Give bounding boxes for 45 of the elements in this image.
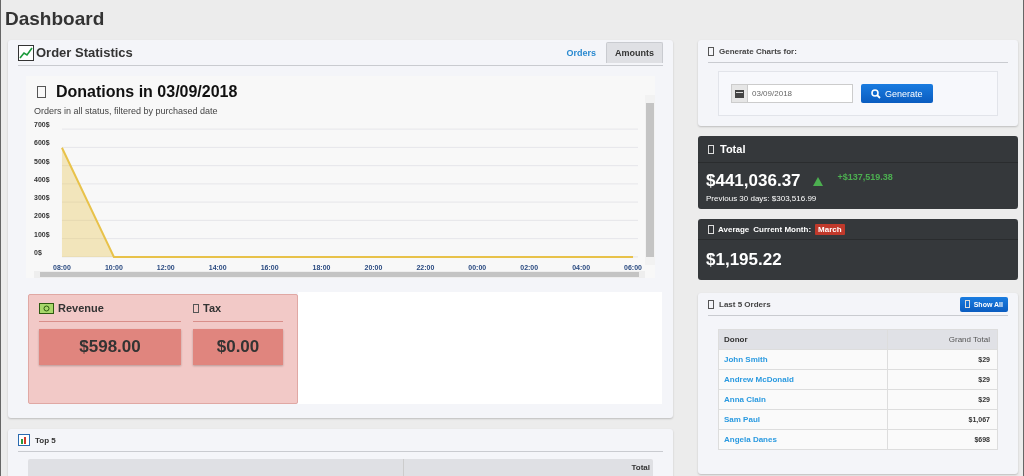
- square-icon: [708, 46, 714, 56]
- card-title: Last 5 Orders: [719, 299, 771, 309]
- horizontal-scrollbar[interactable]: [34, 271, 645, 278]
- line-chart-icon: [18, 44, 34, 61]
- square-icon: [37, 86, 46, 98]
- page-title: Dashboard: [4, 7, 106, 30]
- change-amount: +$137,519.38: [837, 172, 893, 182]
- square-icon: [708, 299, 714, 309]
- chart-subtitle: Orders in all status, filtered by purchased date: [34, 106, 219, 116]
- card-title: Top 5: [35, 435, 56, 445]
- average-amount: $1,195.22: [706, 250, 782, 269]
- month-badge: March: [815, 223, 845, 235]
- column-header: Total: [630, 462, 651, 474]
- calendar-icon: [731, 84, 748, 103]
- chart-tab[interactable]: Amounts: [606, 42, 663, 63]
- stat-value: $0.00: [193, 329, 283, 365]
- square-icon: [708, 224, 714, 234]
- generate-button[interactable]: Generate: [861, 84, 933, 103]
- previous-period: Previous 30 days: $303,516.99: [706, 194, 818, 203]
- column-header: Grand Total: [887, 329, 998, 350]
- chart-tab[interactable]: Orders: [558, 42, 604, 63]
- stat-label: Tax: [203, 302, 222, 314]
- up-arrow-icon: [812, 176, 823, 186]
- money-icon: [39, 302, 54, 314]
- stat-label: Revenue: [58, 302, 104, 314]
- donor-link[interactable]: Sam Paul: [724, 415, 760, 424]
- card-subtitle: Current Month:: [753, 224, 812, 234]
- square-icon: [708, 144, 714, 154]
- card-title: Order Statistics: [36, 45, 133, 60]
- donor-link[interactable]: Angela Danes: [724, 435, 777, 444]
- chart-heading: Donations in 03/09/2018: [56, 83, 238, 101]
- column-header: Donor: [718, 329, 888, 350]
- donor-link[interactable]: John Smith: [724, 355, 768, 364]
- search-icon: [871, 88, 881, 99]
- donor-link[interactable]: Anna Clain: [724, 395, 766, 404]
- vertical-scrollbar[interactable]: [645, 95, 655, 265]
- total-amount: $441,036.37: [706, 171, 801, 191]
- bar-chart-icon: [18, 434, 30, 446]
- card-title: Generate Charts for:: [719, 46, 797, 56]
- square-icon: [193, 303, 199, 313]
- card-title: Average: [718, 224, 750, 234]
- donor-link[interactable]: Andrew McDonald: [724, 375, 794, 384]
- card-title: Total: [720, 143, 746, 155]
- stat-value: $598.00: [39, 329, 181, 365]
- date-field[interactable]: 03/09/2018: [748, 84, 853, 103]
